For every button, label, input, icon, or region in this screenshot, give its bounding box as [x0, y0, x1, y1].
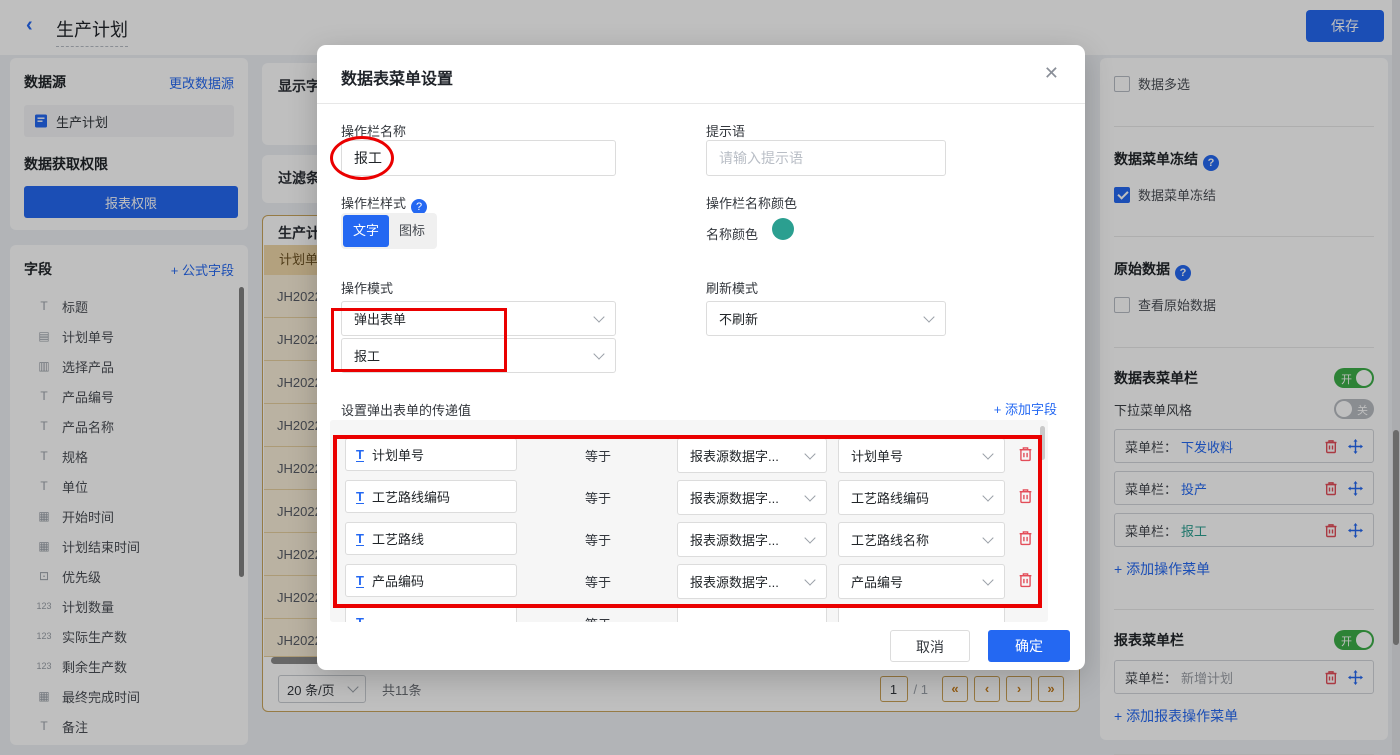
tip-label: 提示语 [706, 124, 746, 139]
modal-title: 数据表菜单设置 [341, 71, 454, 88]
annotation-rect-rows [333, 435, 1042, 608]
color-name-label: 名称颜色 [706, 227, 759, 242]
color-label: 操作栏名称颜色 [706, 196, 798, 211]
source-select[interactable] [677, 606, 827, 622]
confirm-button[interactable]: 确定 [988, 630, 1070, 662]
style-segmented-control: 文字 图标 [341, 213, 438, 249]
tip-input[interactable] [706, 140, 946, 176]
color-swatch[interactable] [772, 218, 794, 240]
refresh-select[interactable]: 不刷新 [706, 301, 946, 336]
value-select[interactable] [838, 606, 1005, 622]
chevron-down-icon [593, 310, 605, 323]
refresh-value: 不刷新 [719, 312, 759, 327]
text-icon: T [356, 616, 364, 623]
cancel-button[interactable]: 取消 [890, 630, 970, 662]
chevron-down-icon [923, 310, 935, 323]
refresh-label: 刷新模式 [706, 281, 759, 296]
annotation-rect-mode [331, 308, 507, 372]
operator-label: 等于 [585, 614, 611, 622]
chevron-down-icon [593, 347, 605, 360]
transfer-row: T 等于 [330, 606, 1048, 622]
close-icon[interactable]: ✕ [1044, 63, 1059, 84]
field-name-input[interactable]: T [345, 606, 517, 622]
mode-label: 操作模式 [341, 281, 394, 296]
tab-icon[interactable]: 图标 [389, 215, 435, 247]
style-label: 操作栏样式? [341, 193, 428, 215]
tab-text[interactable]: 文字 [343, 215, 390, 247]
annotation-ellipse [330, 136, 394, 180]
add-field-link[interactable]: + 添加字段 [994, 399, 1057, 418]
transfer-label: 设置弹出表单的传递值 [341, 403, 472, 418]
